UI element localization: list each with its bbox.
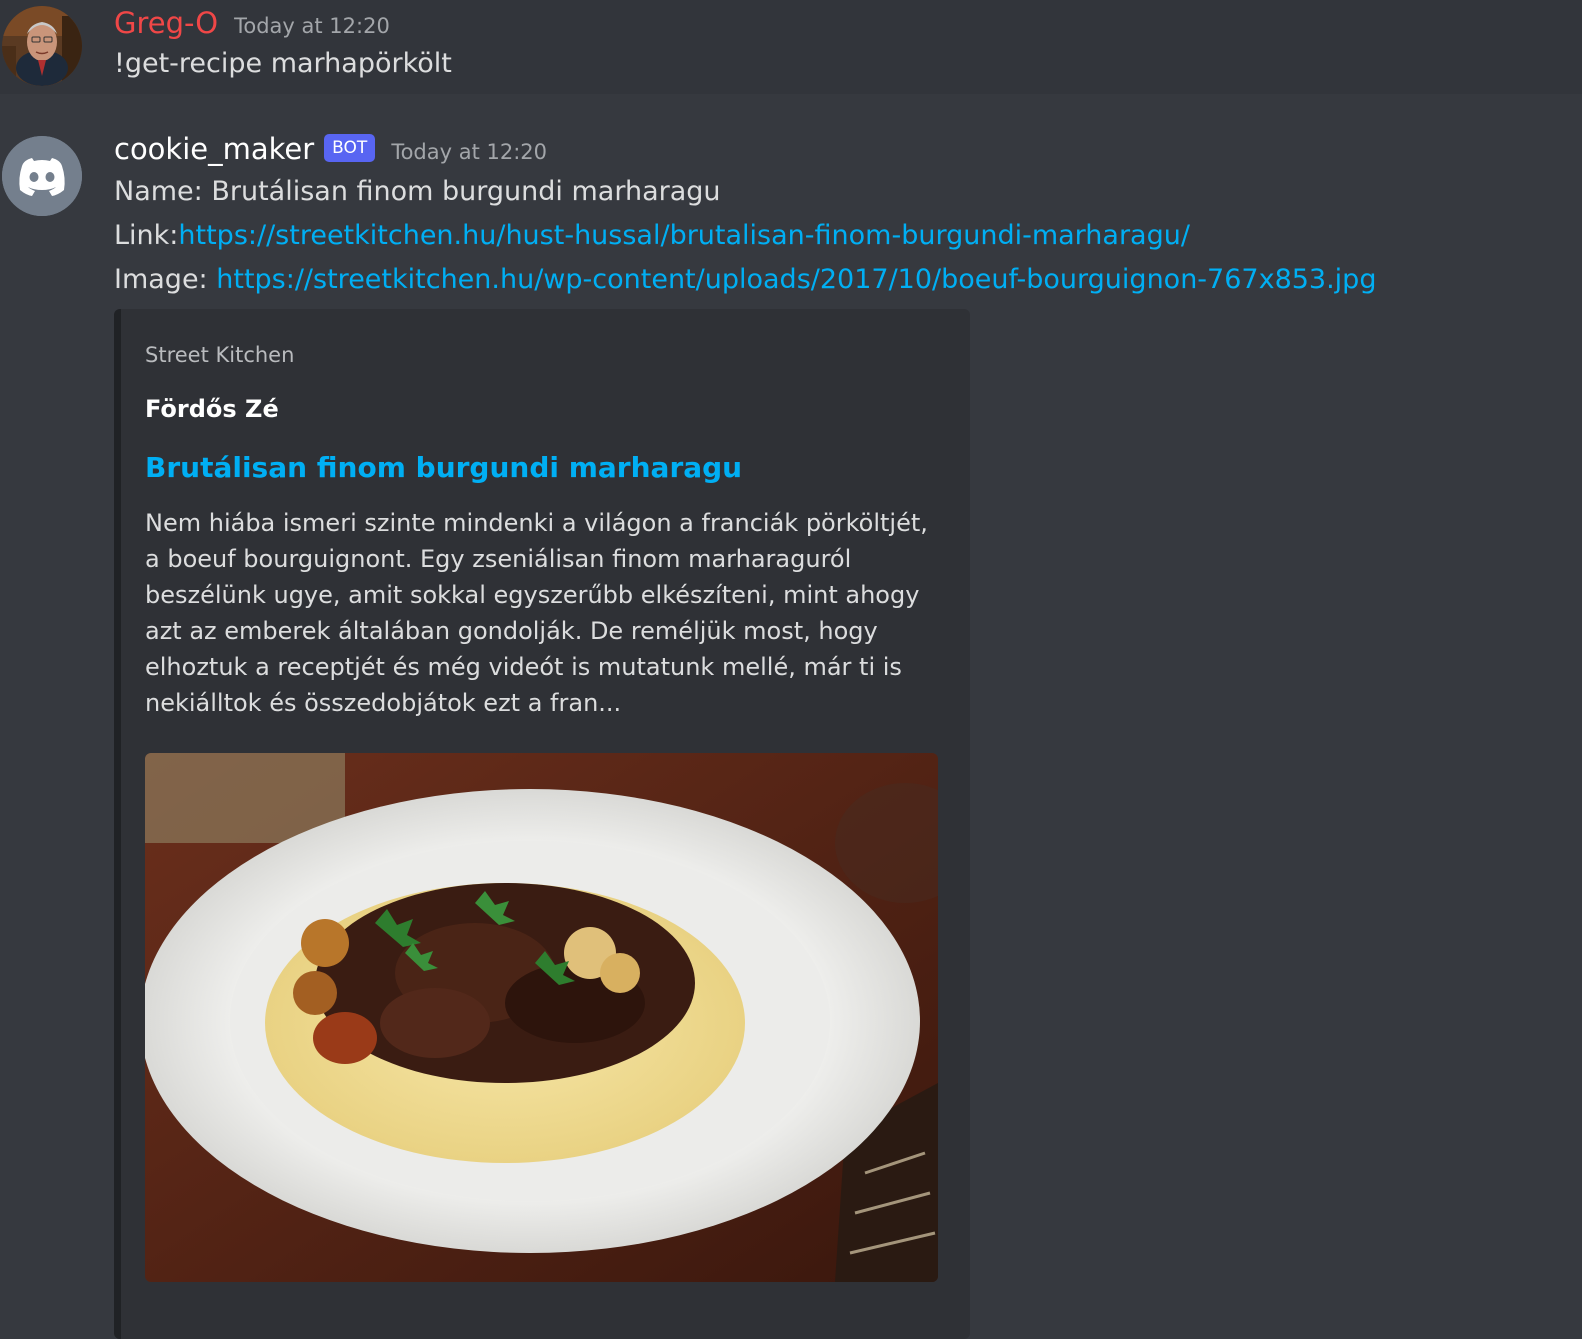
discord-logo-icon — [2, 136, 82, 216]
bot-avatar[interactable] — [2, 136, 82, 216]
embed-description: Nem hiába ismeri szinte mindenki a világ… — [145, 509, 928, 717]
embed-provider[interactable]: Street Kitchen — [145, 343, 294, 367]
embed-title[interactable]: Brutálisan finom burgundi marharagu — [145, 451, 742, 484]
username[interactable]: cookie_maker — [114, 132, 314, 166]
recipe-name-line: Name: Brutálisan finom burgundi marharag… — [114, 176, 721, 207]
message-bot: cookie_maker BOT Today at 12:20 Name: Br… — [0, 94, 1582, 1339]
user-photo-avatar-icon — [2, 6, 82, 86]
image-label: Image: — [114, 264, 217, 295]
embed-accent-bar — [114, 309, 121, 1339]
greg-avatar[interactable] — [2, 6, 82, 86]
recipe-image-line: Image: https://streetkitchen.hu/wp-conte… — [114, 264, 1376, 295]
message-header: cookie_maker BOT Today at 12:20 — [114, 132, 547, 168]
message-header: Greg-O Today at 12:20 — [114, 6, 390, 40]
timestamp: Today at 12:20 — [391, 140, 548, 164]
image-link[interactable]: https://streetkitchen.hu/wp-content/uplo… — [216, 264, 1376, 295]
timestamp: Today at 12:20 — [234, 14, 390, 38]
embed-image[interactable] — [145, 753, 938, 1282]
embed-author: Fördős Zé — [145, 395, 279, 423]
recipe-link-line: Link:https://streetkitchen.hu/hust-hussa… — [114, 220, 1190, 251]
name-label: Name: — [114, 176, 212, 207]
link-embed: Street Kitchen Fördős Zé Brutálisan fino… — [114, 309, 970, 1339]
message-content: !get-recipe marhapörkölt — [114, 48, 452, 79]
message-greg: Greg-O Today at 12:20 !get-recipe marhap… — [0, 0, 1582, 94]
beef-stew-image-icon — [145, 753, 938, 1282]
recipe-link[interactable]: https://streetkitchen.hu/hust-hussal/bru… — [178, 220, 1190, 251]
username[interactable]: Greg-O — [114, 6, 218, 40]
bot-tag-badge: BOT — [324, 134, 376, 162]
name-value: Brutálisan finom burgundi marharagu — [211, 176, 721, 207]
link-label: Link: — [114, 220, 179, 251]
